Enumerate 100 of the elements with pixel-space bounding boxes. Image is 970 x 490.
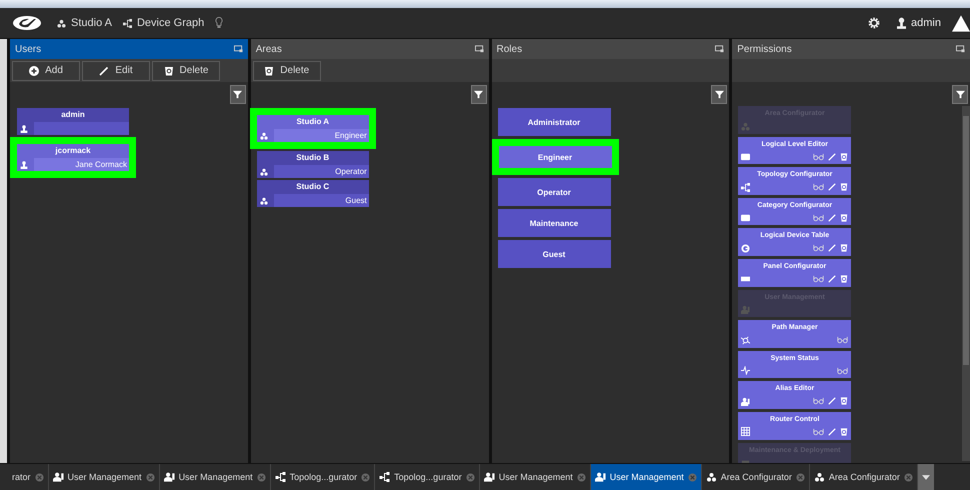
document-tab[interactable]: User Management (480, 464, 591, 490)
filter-icon (714, 90, 724, 99)
document-tab[interactable]: Topolog...gurator (375, 464, 480, 490)
users-icon (164, 472, 175, 482)
toolbar-button[interactable]: Delete (152, 60, 220, 80)
panel-title: Roles (496, 44, 522, 54)
area-icon (814, 472, 825, 482)
trash-icon[interactable] (840, 274, 848, 283)
document-tab[interactable]: Area Configurator (702, 464, 810, 490)
trash-icon[interactable] (840, 183, 848, 192)
breadcrumb-link[interactable]: Device Graph (136, 17, 204, 29)
trash-icon (164, 66, 174, 76)
role-item[interactable]: Engineer (492, 139, 618, 175)
item-name: Studio C (295, 181, 330, 193)
list-item[interactable]: admin (17, 108, 129, 135)
close-icon[interactable] (256, 472, 266, 482)
pencil-icon[interactable] (828, 428, 836, 436)
trash-icon[interactable] (840, 214, 848, 222)
area-icon (706, 472, 717, 482)
breadcrumb-link[interactable]: Studio A (71, 17, 112, 29)
pencil-icon[interactable] (828, 397, 836, 406)
role-item[interactable]: Administrator (498, 108, 610, 136)
glasses-icon[interactable] (813, 244, 824, 252)
scrollbar[interactable] (962, 106, 970, 461)
glasses-icon[interactable] (813, 183, 824, 192)
close-icon[interactable] (796, 472, 805, 482)
list-item[interactable]: Studio B Operator (256, 151, 369, 178)
panel-title: Areas (256, 44, 282, 54)
pencil-icon (99, 66, 110, 76)
document-tab[interactable]: User Management (160, 464, 271, 490)
grid-icon (741, 427, 750, 436)
close-icon[interactable] (688, 472, 697, 482)
filter-icon (474, 90, 483, 99)
glasses-icon[interactable] (837, 336, 848, 344)
graph-icon (379, 472, 390, 482)
area-icon (741, 122, 750, 130)
list-item[interactable]: Studio C Guest (256, 180, 369, 207)
panel-title: Permissions (737, 44, 792, 54)
close-icon[interactable] (904, 472, 913, 482)
document-tab[interactable]: User Management (590, 464, 702, 490)
pencil-icon[interactable] (828, 183, 836, 192)
document-tab[interactable]: User Management (48, 464, 160, 490)
trash-icon[interactable] (840, 244, 848, 252)
list-item[interactable]: Studio A Engineer (250, 108, 376, 149)
close-icon[interactable] (146, 472, 155, 482)
add-icon (29, 66, 40, 76)
users-icon (52, 472, 64, 482)
pencil-icon[interactable] (828, 152, 836, 161)
glasses-icon[interactable] (813, 397, 824, 406)
close-icon[interactable] (361, 472, 370, 482)
pencil-icon[interactable] (828, 244, 836, 252)
role-item[interactable]: Maintenance (498, 209, 610, 237)
popout-icon[interactable] (474, 45, 484, 53)
graph-icon (274, 472, 286, 482)
close-icon[interactable] (34, 472, 44, 482)
close-icon[interactable] (466, 472, 475, 482)
glasses-icon[interactable] (813, 152, 824, 161)
warning-icon[interactable] (952, 14, 970, 32)
popout-icon[interactable] (234, 45, 243, 53)
document-tab[interactable]: Topolog...gurator (270, 464, 376, 490)
role-item[interactable]: Operator (498, 178, 610, 206)
trash-icon[interactable] (840, 428, 848, 436)
settings-icon[interactable] (868, 17, 880, 29)
glasses-icon[interactable] (813, 428, 824, 436)
users-icon (741, 396, 750, 406)
person-icon (20, 160, 28, 168)
toolbar-button[interactable]: Add (12, 60, 80, 80)
filter-button[interactable] (230, 85, 246, 104)
role-item[interactable]: Guest (498, 240, 610, 268)
filter-button[interactable] (470, 85, 486, 104)
users-icon (741, 305, 750, 314)
panel-title: Users (15, 44, 42, 54)
filter-button[interactable] (711, 85, 728, 104)
popout-icon[interactable] (715, 45, 724, 53)
area-icon (260, 168, 268, 176)
users-icon (484, 472, 495, 482)
tab-scroll-button[interactable] (918, 464, 934, 490)
glasses-icon[interactable] (837, 366, 848, 375)
user-icon (897, 16, 906, 30)
filter-icon (956, 90, 964, 99)
glasses-icon[interactable] (813, 214, 824, 222)
document-tab[interactable]: rator (8, 464, 49, 490)
toolbar-button[interactable]: Delete (252, 60, 321, 80)
item-name: Studio B (295, 152, 330, 164)
popout-icon[interactable] (956, 45, 965, 53)
trash-icon[interactable] (840, 397, 848, 406)
graph-icon (741, 182, 750, 192)
toolbar-button[interactable]: Edit (82, 60, 150, 80)
logo (12, 15, 42, 31)
glasses-icon[interactable] (813, 274, 824, 283)
user-name[interactable]: admin (911, 17, 941, 29)
document-tab[interactable]: Area Configurator (810, 464, 918, 490)
lightbulb-icon[interactable] (215, 16, 224, 30)
filter-button[interactable] (952, 85, 968, 104)
users-icon (594, 472, 606, 482)
trash-icon[interactable] (840, 152, 848, 161)
pencil-icon[interactable] (828, 274, 836, 283)
list-item[interactable]: jcormack Jane Cormack (10, 137, 136, 178)
pencil-icon[interactable] (828, 214, 836, 222)
close-icon[interactable] (576, 472, 586, 482)
